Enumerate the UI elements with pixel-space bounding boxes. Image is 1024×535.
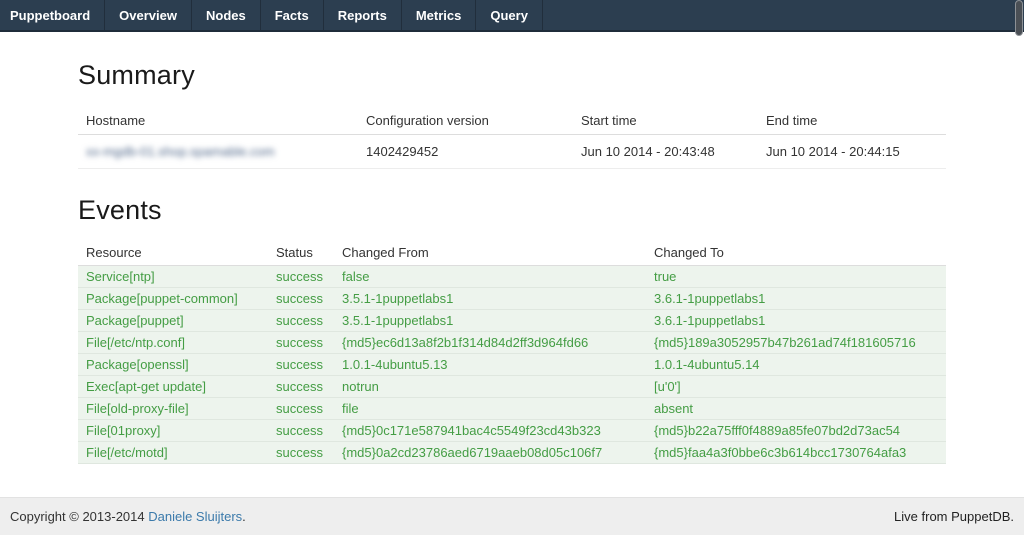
event-resource: File[/etc/motd] [78, 442, 268, 464]
copyright-period: . [242, 509, 246, 524]
summary-section-title: Summary [78, 60, 946, 91]
events-section-title: Events [78, 195, 946, 226]
hostname-link-redacted[interactable]: xx-mgdb-01.shop.spamable.com [86, 144, 275, 159]
nav-item-query[interactable]: Query [476, 0, 543, 30]
event-resource: Package[openssl] [78, 354, 268, 376]
table-row: Package[openssl]success1.0.1-4ubuntu5.13… [78, 354, 946, 376]
summary-col-end-time: End time [758, 107, 946, 135]
summary-table: Hostname Configuration version Start tim… [78, 107, 946, 169]
event-changed-from: file [334, 398, 646, 420]
event-changed-to: {md5}faa4a3f0bbe6c3b614bcc1730764afa3 [646, 442, 946, 464]
summary-col-start-time: Start time [573, 107, 758, 135]
nav-item-metrics[interactable]: Metrics [402, 0, 477, 30]
event-status: success [268, 310, 334, 332]
event-resource: Service[ntp] [78, 266, 268, 288]
event-changed-from: {md5}0a2cd23786aed6719aaeb08d05c106f7 [334, 442, 646, 464]
table-row: File[/etc/ntp.conf]success{md5}ec6d13a8f… [78, 332, 946, 354]
event-changed-from: 1.0.1-4ubuntu5.13 [334, 354, 646, 376]
table-row: Exec[apt-get update]successnotrun[u'0'] [78, 376, 946, 398]
summary-header-row: Hostname Configuration version Start tim… [78, 107, 946, 135]
event-changed-to: absent [646, 398, 946, 420]
summary-configuration-version: 1402429452 [358, 135, 573, 169]
event-status: success [268, 288, 334, 310]
event-resource: File[old-proxy-file] [78, 398, 268, 420]
table-row: File[01proxy]success{md5}0c171e587941bac… [78, 420, 946, 442]
event-changed-from: {md5}ec6d13a8f2b1f314d84d2ff3d964fd66 [334, 332, 646, 354]
nav-item-overview[interactable]: Overview [105, 0, 192, 30]
event-changed-to: {md5}189a3052957b47b261ad74f181605716 [646, 332, 946, 354]
navbar: Puppetboard Overview Nodes Facts Reports… [0, 0, 1024, 32]
event-changed-from: {md5}0c171e587941bac4c5549f23cd43b323 [334, 420, 646, 442]
footer: Copyright © 2013-2014 Daniele Sluijters.… [0, 497, 1024, 535]
table-row: Package[puppet-common]success3.5.1-1pupp… [78, 288, 946, 310]
event-status: success [268, 376, 334, 398]
event-resource: Package[puppet-common] [78, 288, 268, 310]
summary-col-configuration-version: Configuration version [358, 107, 573, 135]
events-col-changed-from: Changed From [334, 240, 646, 266]
event-changed-from: notrun [334, 376, 646, 398]
summary-row: xx-mgdb-01.shop.spamable.com 1402429452 … [78, 135, 946, 169]
events-header-row: Resource Status Changed From Changed To [78, 240, 946, 266]
event-changed-to: 3.6.1-1puppetlabs1 [646, 310, 946, 332]
event-resource: Exec[apt-get update] [78, 376, 268, 398]
author-link[interactable]: Daniele Sluijters [148, 509, 242, 524]
event-status: success [268, 420, 334, 442]
event-status: success [268, 332, 334, 354]
event-changed-from: 3.5.1-1puppetlabs1 [334, 288, 646, 310]
footer-copyright: Copyright © 2013-2014 Daniele Sluijters. [10, 509, 246, 524]
summary-hostname-cell: xx-mgdb-01.shop.spamable.com [78, 135, 358, 169]
event-changed-to: [u'0'] [646, 376, 946, 398]
table-row: File[/etc/motd]success{md5}0a2cd23786aed… [78, 442, 946, 464]
summary-col-hostname: Hostname [78, 107, 358, 135]
nav-item-reports[interactable]: Reports [324, 0, 402, 30]
events-col-changed-to: Changed To [646, 240, 946, 266]
table-row: Service[ntp]successfalsetrue [78, 266, 946, 288]
events-table-body: Service[ntp]successfalsetruePackage[pupp… [78, 266, 946, 464]
table-row: Package[puppet]success3.5.1-1puppetlabs1… [78, 310, 946, 332]
copyright-text: Copyright © 2013-2014 [10, 509, 148, 524]
event-changed-from: false [334, 266, 646, 288]
summary-start-time: Jun 10 2014 - 20:43:48 [573, 135, 758, 169]
events-col-resource: Resource [78, 240, 268, 266]
nav-item-facts[interactable]: Facts [261, 0, 324, 30]
event-resource: File[01proxy] [78, 420, 268, 442]
nav-brand-puppetboard[interactable]: Puppetboard [0, 0, 105, 30]
main-content: Summary Hostname Configuration version S… [0, 32, 1024, 497]
live-from-puppetdb-text: Live from PuppetDB. [894, 509, 1014, 524]
events-col-status: Status [268, 240, 334, 266]
event-status: success [268, 354, 334, 376]
event-changed-from: 3.5.1-1puppetlabs1 [334, 310, 646, 332]
nav-item-nodes[interactable]: Nodes [192, 0, 261, 30]
event-resource: Package[puppet] [78, 310, 268, 332]
events-table: Resource Status Changed From Changed To … [78, 240, 946, 464]
table-row: File[old-proxy-file]successfileabsent [78, 398, 946, 420]
event-status: success [268, 442, 334, 464]
event-changed-to: true [646, 266, 946, 288]
event-changed-to: 1.0.1-4ubuntu5.14 [646, 354, 946, 376]
scrollbar-thumb[interactable] [1015, 0, 1023, 36]
summary-end-time: Jun 10 2014 - 20:44:15 [758, 135, 946, 169]
event-changed-to: 3.6.1-1puppetlabs1 [646, 288, 946, 310]
event-changed-to: {md5}b22a75fff0f4889a85fe07bd2d73ac54 [646, 420, 946, 442]
event-status: success [268, 266, 334, 288]
event-status: success [268, 398, 334, 420]
event-resource: File[/etc/ntp.conf] [78, 332, 268, 354]
